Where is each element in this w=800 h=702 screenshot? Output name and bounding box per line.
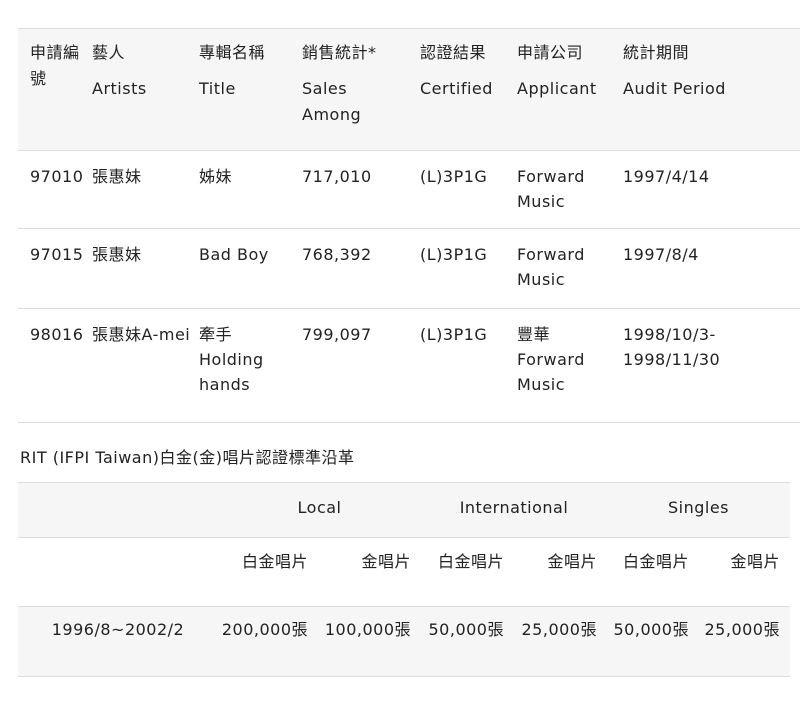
- header-artists: 藝人 Artists: [92, 43, 147, 98]
- section-title: RIT (IFPI Taiwan)白金(金)唱片認證標準沿革: [20, 448, 355, 467]
- header-group-local: Local: [297, 498, 342, 517]
- cell-certified: (L)3P1G: [420, 167, 488, 186]
- cell-audit-period: 1997/4/14: [623, 167, 710, 186]
- table-row: 97015 張惠妹 Bad Boy 768,392 (L)3P1G Forwar…: [18, 228, 800, 309]
- cell-certified: (L)3P1G: [420, 245, 488, 264]
- standards-group-header-row: Local International Singles: [18, 482, 790, 538]
- cell-application-number: 97010: [30, 167, 84, 186]
- certification-standards-table: Local International Singles 白金唱片 金唱片 白金唱…: [18, 482, 790, 677]
- table-row: 97010 張惠妹 姊妹 717,010 (L)3P1G Forward Mus…: [18, 150, 800, 229]
- cell-sales: 799,097: [302, 325, 372, 344]
- cell-applicant: 豐華 Forward Music: [517, 325, 585, 394]
- certification-table: 申請編號 藝人 Artists 專輯名稱 Title 銷售統計* Sales A…: [18, 28, 800, 423]
- cell-international-gold: 25,000張: [521, 620, 597, 639]
- cell-applicant: Forward Music: [517, 167, 585, 211]
- header-audit-period: 統計期間 Audit Period: [623, 43, 726, 98]
- cell-application-number: 97015: [30, 245, 84, 264]
- header-blank: [18, 483, 218, 538]
- cell-certified: (L)3P1G: [420, 325, 488, 344]
- subheader-singles-platinum: 白金唱片: [622, 552, 689, 571]
- cell-audit-period: 1997/8/4: [623, 245, 699, 264]
- standards-subheader-row: 白金唱片 金唱片 白金唱片 金唱片 白金唱片 金唱片: [18, 537, 790, 607]
- cell-artist: 張惠妹: [92, 245, 142, 264]
- cell-singles-gold: 25,000張: [704, 620, 780, 639]
- cell-artist: 張惠妹A-mei: [92, 325, 191, 344]
- cell-local-gold: 100,000張: [324, 620, 411, 639]
- subheader-local-platinum: 白金唱片: [241, 552, 308, 571]
- cell-title: Bad Boy: [199, 245, 269, 264]
- cell-title: 姊妹: [199, 167, 233, 186]
- table-row: 98016 張惠妹A-mei 牽手 Holding hands 799,097 …: [18, 308, 800, 423]
- cell-audit-period: 1998/10/3-1998/11/30: [623, 325, 721, 369]
- cell-application-number: 98016: [30, 325, 84, 344]
- table-header-row: 申請編號 藝人 Artists 專輯名稱 Title 銷售統計* Sales A…: [18, 28, 800, 151]
- header-blank: [18, 538, 218, 607]
- cell-sales: 768,392: [302, 245, 372, 264]
- cell-artist: 張惠妹: [92, 167, 142, 186]
- cell-local-platinum: 200,000張: [221, 620, 308, 639]
- cell-singles-platinum: 50,000張: [613, 620, 689, 639]
- header-applicant: 申請公司 Applicant: [517, 43, 597, 98]
- cell-title: 牽手 Holding hands: [199, 325, 264, 394]
- header-sales: 銷售統計* Sales Among: [302, 43, 377, 124]
- cell-applicant: Forward Music: [517, 245, 585, 289]
- subheader-international-platinum: 白金唱片: [437, 552, 504, 571]
- subheader-singles-gold: 金唱片: [730, 552, 780, 571]
- header-certified: 認證結果 Certified: [420, 43, 493, 98]
- subheader-local-gold: 金唱片: [361, 552, 411, 571]
- table-row: 1996/8~2002/2 200,000張 100,000張 50,000張 …: [18, 606, 790, 677]
- header-group-international: International: [459, 498, 569, 517]
- cell-international-platinum: 50,000張: [428, 620, 504, 639]
- header-group-singles: Singles: [667, 498, 730, 517]
- subheader-international-gold: 金唱片: [547, 552, 597, 571]
- cell-sales: 717,010: [302, 167, 372, 186]
- header-application-number: 申請編號: [30, 43, 80, 88]
- header-title: 專輯名稱 Title: [199, 43, 266, 98]
- cell-period: 1996/8~2002/2: [51, 620, 185, 639]
